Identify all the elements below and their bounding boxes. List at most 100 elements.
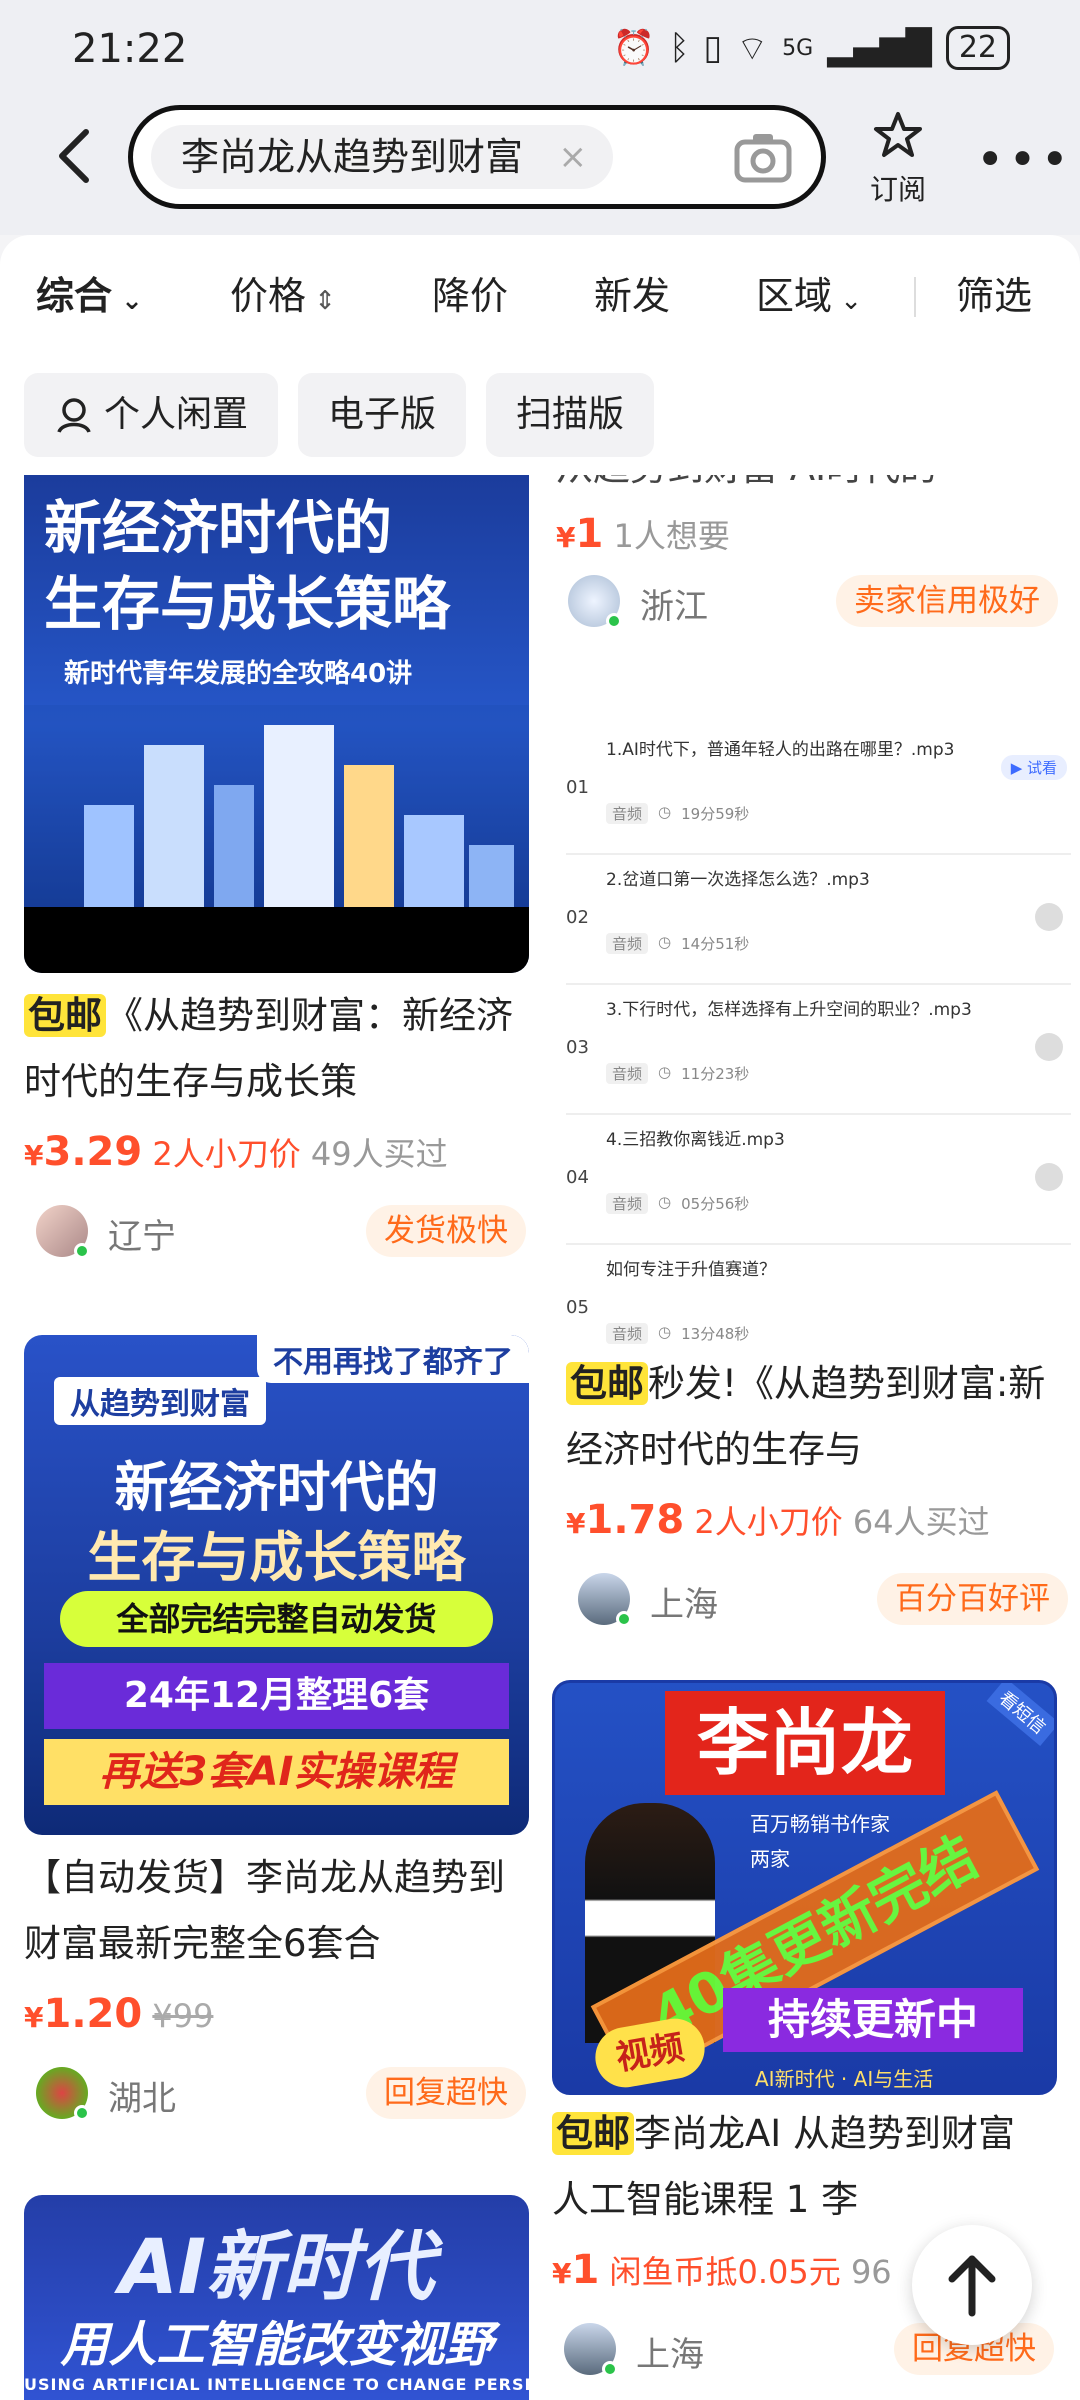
free-shipping-tag: 包邮 [24,994,106,1037]
image-bottom-banner: 再送3套AI实操课程 [44,1739,509,1805]
currency-symbol: ¥ [24,2001,44,2034]
query-text: 李尚龙从趋势到财富 [181,135,524,179]
lock-icon [1035,1163,1063,1191]
filter-price-drop[interactable]: 降价 [432,265,508,320]
sold-count: 96 [850,2253,892,2291]
product-card[interactable]: 01 1.AI时代下，普通年轻人的出路在哪里？.mp3 音频 ◷ 19分59秒 ▶ … [566,725,1076,1633]
back-arrow-icon[interactable] [50,126,100,186]
track-type: 音频 [606,933,649,954]
free-shipping-tag: 包邮 [566,1362,648,1405]
track-title: 1.AI时代下，普通年轻人的出路在哪里？.mp3 [606,740,955,760]
playlist-item: 03 3.下行时代，怎样选择有上升空间的职业？.mp3 音频 ◷ 11分23秒 [566,985,1071,1115]
track-duration: 13分48秒 [681,1325,750,1343]
product-feed: 新经济时代的 生存与成长策略 新时代青年发展的全攻略40讲 包邮 《从趋势到财富：… [0,475,1080,2400]
seller-row[interactable]: 上海 百分百好评 [566,1569,1076,1633]
image-headline-2: 生存与成长策略 [87,1526,466,1589]
product-image[interactable]: AI新时代 用人工智能改变视野 USING ARTIFICIAL INTELLI… [24,2195,529,2400]
product-title[interactable]: 包邮 李尚龙AI 从趋势到财富 人工智能课程 1 李 [552,2101,1062,2233]
status-icons: ⏰ ᛒ ▯ ⌔ 5G ▂▄▆█ 22 [613,26,1010,70]
image-headline-1: AI新时代 [118,2222,435,2311]
product-card[interactable]: 从趋势到财富 AI时代的 ¥1 1人想要 浙江 卖家信用极好 [556,475,1066,635]
product-card[interactable]: 不用再找了都齐了 从趋势到财富 新经济时代的 生存与成长策略 全部完结完整自动发… [24,1335,534,2127]
scroll-to-top-button[interactable] [912,2225,1032,2345]
quick-tags: 个人闲置 电子版 扫描版 [24,373,655,457]
product-image[interactable]: 李尚龙 看短信 百万畅销书作家 两家 40集更新完结 持续更新中 视频 AI新时… [552,1680,1057,2095]
filter-comprehensive[interactable]: 综合 ⌄ [36,265,143,320]
product-title[interactable]: 从趋势到财富 AI时代的 [556,475,1066,491]
seller-row[interactable]: 湖北 回复超快 [24,2063,534,2127]
filter-new[interactable]: 新发 [594,265,670,320]
search-input[interactable]: 李尚龙从趋势到财富 × [128,105,826,209]
product-card[interactable]: 新经济时代的 生存与成长策略 新时代青年发展的全攻略40讲 包邮 《从趋势到财富：… [24,475,534,1265]
tag-personal-idle[interactable]: 个人闲置 [24,373,279,457]
price-value: 1 [575,511,604,557]
track-duration: 19分59秒 [681,805,750,823]
image-subtitle: 新时代青年发展的全攻略40讲 [64,659,413,689]
bluetooth-icon: ᛒ [669,28,690,68]
filter-region[interactable]: 区域 ⌄ [756,265,862,320]
tag-scanned[interactable]: 扫描版 [486,373,655,457]
camera-icon[interactable] [733,130,793,186]
product-title[interactable]: 【自动发货】李尚龙从趋势到财富最新完整全6套合 [24,1845,534,1977]
arrow-up-icon [948,2255,996,2317]
avatar[interactable] [578,1573,632,1627]
image-ribbon: 不用再找了都齐了 [257,1335,529,1383]
product-title[interactable]: 包邮 《从趋势到财富：新经济时代的生存与成长策 [24,983,534,1115]
seller-row[interactable]: 辽宁 发货极快 [24,1201,534,1265]
price-row: ¥1 1人想要 [556,511,1066,557]
price-row: ¥3.29 2人小刀价 49人买过 [24,1129,534,1175]
more-options-icon[interactable]: ••• [976,132,1073,188]
online-dot [74,2105,90,2121]
clock-icon: ◷ [658,1193,672,1211]
price-value: 1 [571,2247,600,2293]
online-dot [606,613,622,629]
subscribe-button[interactable]: 订阅 [858,110,938,208]
track-type: 音频 [606,803,649,824]
price: ¥3.29 [24,1129,142,1175]
seller-location: 上海 [650,1585,718,1625]
currency-symbol: ¥ [566,1507,586,1540]
city-skyline-graphic [24,705,529,925]
avatar[interactable] [564,2323,618,2377]
track-number: 05 [566,1297,589,1318]
clock: 21:22 [72,26,188,72]
tag-ebook[interactable]: 电子版 [298,373,467,457]
wants-count: 1人想要 [613,517,730,555]
price: ¥1.20 [24,1991,142,2037]
product-image[interactable]: 新经济时代的 生存与成长策略 新时代青年发展的全攻略40讲 [24,475,529,973]
avatar[interactable] [36,1205,90,1259]
avatar[interactable] [36,2067,90,2121]
image-footer-bar [24,907,529,973]
product-card[interactable]: AI新时代 用人工智能改变视野 USING ARTIFICIAL INTELLI… [24,2195,534,2400]
avatar[interactable] [568,575,622,629]
image-headline-2: 生存与成长策略 [44,570,451,638]
image-ongoing-label: 持续更新中 [723,1988,1023,2052]
track-meta: 音频 ◷ 05分56秒 [606,1193,749,1214]
track-duration: 14分51秒 [681,935,750,953]
query-chip[interactable]: 李尚龙从趋势到财富 × [151,125,614,189]
product-image-playlist[interactable]: 01 1.AI时代下，普通年轻人的出路在哪里？.mp3 音频 ◷ 19分59秒 ▶ … [566,725,1071,1345]
seller-location: 上海 [636,2335,704,2375]
seller-location: 浙江 [640,587,708,627]
image-headline-1: 新经济时代的 [114,1456,439,1519]
bargain-label: 2人小刀价 [694,1503,843,1541]
filter-price[interactable]: 价格 ⇕ [230,265,336,320]
track-number: 02 [566,907,589,928]
product-image[interactable]: 不用再找了都齐了 从趋势到财富 新经济时代的 生存与成长策略 全部完结完整自动发… [24,1335,529,1835]
seller-row[interactable]: 浙江 卖家信用极好 [556,571,1066,635]
status-bar: 21:22 ⏰ ᛒ ▯ ⌔ 5G ▂▄▆█ 22 [0,0,1080,100]
seller-badge: 卖家信用极好 [836,575,1058,627]
clock-icon: ◷ [658,803,672,821]
clock-icon: ◷ [658,933,672,951]
filter-screen[interactable]: 筛选 [956,265,1032,320]
network-label: 5G [782,35,814,61]
image-headline-1: 新经济时代的 [44,494,393,562]
clock-icon: ◷ [658,1063,672,1081]
product-title[interactable]: 包邮 秒发!《从趋势到财富:新经济时代的生存与 [566,1351,1076,1483]
coin-discount: 闲鱼币抵0.05元 [609,2253,841,2291]
preview-button: ▶ 试看 [1000,755,1067,780]
clear-query-icon[interactable]: × [559,125,588,189]
image-subline-1: 百万畅销书作家 [750,1812,890,1836]
sort-arrows-icon: ⇕ [306,286,337,316]
subscribe-label: 订阅 [869,173,926,206]
